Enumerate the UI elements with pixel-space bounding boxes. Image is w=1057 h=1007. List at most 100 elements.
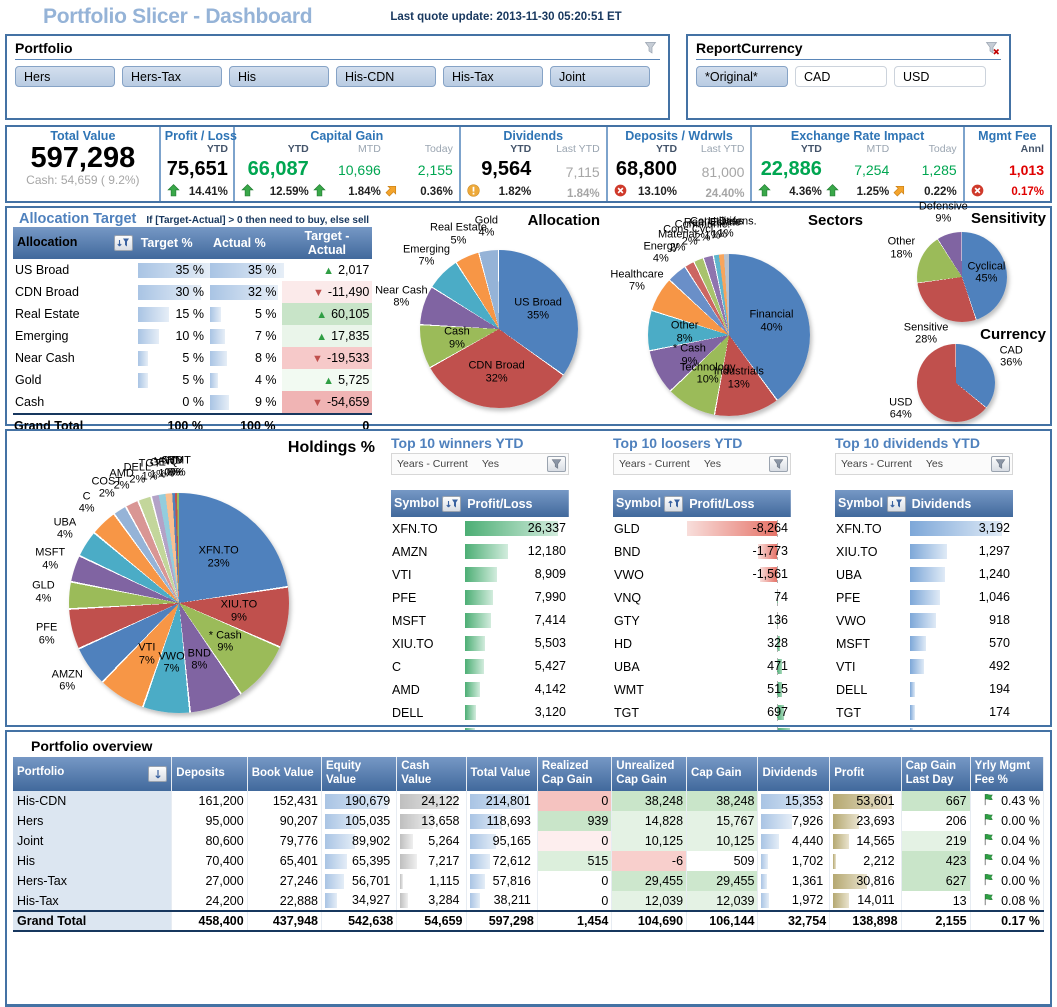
slicer-item--original-[interactable]: *Original* bbox=[696, 66, 788, 87]
portfolio-row: Joint80,60079,77689,9025,26495,165010,12… bbox=[13, 831, 1044, 851]
up-green-icon bbox=[167, 184, 180, 200]
kpi-label: Mgmt Fee bbox=[969, 129, 1046, 143]
top-table-row: C5,427 bbox=[391, 655, 569, 678]
flag-icon bbox=[982, 833, 1001, 849]
pie-label: UBA4% bbox=[54, 517, 77, 542]
kpi-metric: Today1,2850.22% bbox=[891, 143, 958, 200]
kpi-metric: YTD75,65114.41% bbox=[165, 143, 230, 200]
top-table-row: DELL3,120 bbox=[391, 701, 569, 724]
filter-sort-icon[interactable] bbox=[114, 235, 133, 251]
circle-amber-icon bbox=[467, 184, 480, 200]
holdings-pie-chart: Holdings % XFN.TO23%XIU.TO9%* Cash9%BND8… bbox=[7, 431, 385, 727]
filter-sort-icon[interactable] bbox=[887, 496, 906, 512]
pie-label: WMT0% bbox=[165, 455, 191, 480]
diag-orange-icon bbox=[893, 184, 906, 200]
pie-label: Near Cash8% bbox=[375, 285, 428, 310]
years-current-filter: Years - CurrentYes bbox=[835, 453, 1013, 475]
filter-icon[interactable] bbox=[991, 456, 1010, 472]
allocation-target-panel: Allocation TargetIf [Target-Actual] > 0 … bbox=[7, 208, 372, 424]
clear-filter-icon[interactable] bbox=[642, 40, 660, 56]
allocation-row: Gold5 %4 %▲5,725 bbox=[13, 369, 372, 391]
kpi-label: Exchange Rate Impact bbox=[756, 129, 958, 143]
kpi-exchange-rate-impact: Exchange Rate ImpactYTD22,8864.36%MTD7,2… bbox=[752, 127, 964, 201]
kpi-label: Profit / Loss bbox=[165, 129, 229, 143]
slicer-item-joint[interactable]: Joint bbox=[550, 66, 650, 87]
top-table-title: Top 10 dividends YTD bbox=[835, 435, 1013, 451]
kpi-profit-loss: Profit / LossYTD75,65114.41% bbox=[161, 127, 235, 201]
diag-orange-icon bbox=[385, 184, 398, 200]
sensitivity-chart-title: Sensitivity bbox=[971, 210, 1046, 227]
kpi-mgmt-fee: Mgmt FeeAnnl1,0130.17% bbox=[965, 127, 1050, 201]
slicer-item-hers[interactable]: Hers bbox=[15, 66, 115, 87]
pie-label: CDN Broad32% bbox=[468, 360, 524, 385]
overview-grand-total: Grand Total458,400437,948542,63854,65959… bbox=[13, 911, 1044, 931]
slicer-item-his[interactable]: His bbox=[229, 66, 329, 87]
slicer-title: Portfolio bbox=[15, 40, 73, 56]
pie-label: CAD36% bbox=[1000, 345, 1023, 370]
flag-icon bbox=[982, 873, 1001, 889]
pie-label: Healthcare7% bbox=[610, 268, 663, 293]
kpi-metric: MTD10,6961.84% bbox=[311, 143, 383, 200]
trend-up-icon: ▲ bbox=[323, 375, 334, 387]
slicer-item-usd[interactable]: USD bbox=[894, 66, 986, 87]
allocation-row: US Broad35 %35 %▲2,017 bbox=[13, 259, 372, 281]
portfolio-row: His-Tax24,20022,88834,9273,28438,211012,… bbox=[13, 891, 1044, 911]
kpi-metric: Last YTD81,00024.40% bbox=[679, 143, 746, 200]
up-green-icon bbox=[758, 184, 771, 200]
dashboard-header: Portfolio Slicer - Dashboard Last quote … bbox=[5, 2, 1052, 32]
slicer-title: ReportCurrency bbox=[696, 40, 803, 56]
allocation-pie-chart: Allocation US Broad35%CDN Broad32%Cash9%… bbox=[372, 208, 606, 422]
top-table-row: VWO-1,561 bbox=[613, 563, 791, 586]
pie-label: * Cash9% bbox=[673, 343, 706, 368]
trend-down-icon: ▼ bbox=[312, 397, 323, 409]
sort-icon[interactable] bbox=[148, 766, 167, 782]
pie-label: Financial40% bbox=[749, 309, 793, 334]
up-green-icon bbox=[313, 184, 326, 200]
kpi-metric: YTD66,08712.59% bbox=[239, 143, 311, 200]
slicer-item-his-cdn[interactable]: His-CDN bbox=[336, 66, 436, 87]
kpi-band: Total Value597,298Cash: 54,659 ( 9.2%)Pr… bbox=[5, 125, 1052, 203]
sectors-pie-chart: Sectors Financial40%Industrials13%Techno… bbox=[606, 208, 865, 422]
pie-label: US Broad35% bbox=[514, 297, 562, 322]
allocation-row: CDN Broad30 %32 %▼-11,490 bbox=[13, 281, 372, 303]
circle-red-icon bbox=[971, 184, 984, 200]
slicer-item-cad[interactable]: CAD bbox=[795, 66, 887, 87]
currency-pie bbox=[917, 344, 995, 422]
slicer-item-hers-tax[interactable]: Hers-Tax bbox=[122, 66, 222, 87]
pie-label: Defensive9% bbox=[919, 200, 968, 225]
filter-sort-icon[interactable] bbox=[442, 496, 461, 512]
currency-chart-title: Currency bbox=[980, 326, 1046, 343]
kpi-total-value: Total Value597,298Cash: 54,659 ( 9.2%) bbox=[7, 127, 161, 201]
top-table-row: TGT174 bbox=[835, 701, 1013, 724]
clear-filter-icon[interactable] bbox=[983, 40, 1001, 56]
kpi-metric: YTD9,5641.82% bbox=[465, 143, 533, 200]
portfolio-overview-title: Portfolio overview bbox=[31, 738, 1044, 754]
top-table-row: XIU.TO5,503 bbox=[391, 632, 569, 655]
top-winners-panel: Top 10 winners YTDYears - CurrentYesSymb… bbox=[391, 435, 569, 725]
kpi-metric: MTD7,2541.25% bbox=[824, 143, 891, 200]
filter-sort-icon[interactable] bbox=[664, 496, 683, 512]
top-table-row: BND-1,773 bbox=[613, 540, 791, 563]
right-pies: Sensitivity Cyclical45%Sensitive28%Other… bbox=[865, 208, 1050, 424]
sectors-chart-title: Sectors bbox=[808, 212, 863, 229]
pie-label: XFN.TO23% bbox=[199, 545, 239, 570]
pie-label: Utilities1% bbox=[708, 216, 743, 241]
allocation-row: Cash0 %9 %▼-54,659 bbox=[13, 391, 372, 414]
trend-up-icon: ▲ bbox=[323, 265, 334, 277]
flag-icon bbox=[982, 893, 1001, 909]
slicer-item-his-tax[interactable]: His-Tax bbox=[443, 66, 543, 87]
kpi-dividends: DividendsYTD9,5641.82%Last YTD7,1151.84% bbox=[461, 127, 608, 201]
filter-icon[interactable] bbox=[769, 456, 788, 472]
top-table-row: TGT697 bbox=[613, 701, 791, 724]
kpi-metric: Today2,1550.36% bbox=[383, 143, 455, 200]
filter-icon[interactable] bbox=[547, 456, 566, 472]
top-table-row: VTI492 bbox=[835, 655, 1013, 678]
top-table-row: AMZN12,180 bbox=[391, 540, 569, 563]
top-dividends-panel: Top 10 dividends YTDYears - CurrentYesSy… bbox=[835, 435, 1013, 725]
pie-label: Cash9% bbox=[444, 326, 470, 351]
kpi-label: Dividends bbox=[465, 129, 602, 143]
top-table-row: XFN.TO26,337 bbox=[391, 517, 569, 540]
top-table-row: XIU.TO1,297 bbox=[835, 540, 1013, 563]
pie-label: BND8% bbox=[188, 648, 211, 673]
top-table-row: VTI8,909 bbox=[391, 563, 569, 586]
